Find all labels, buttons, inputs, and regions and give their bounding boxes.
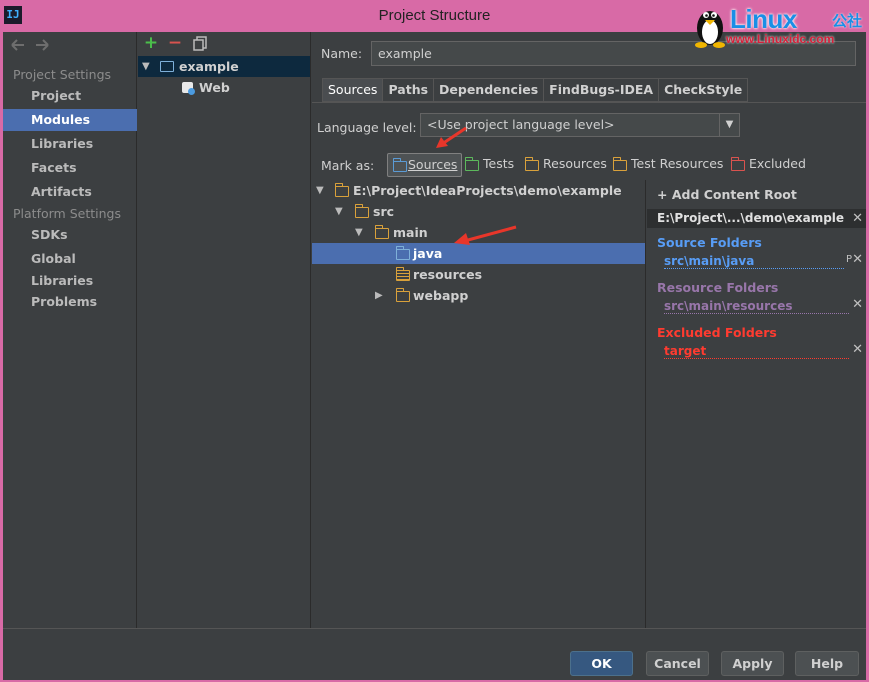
chevron-down-icon[interactable]: ▼ — [719, 114, 739, 136]
module-tabs: Sources Paths Dependencies FindBugs-IDEA… — [322, 78, 749, 102]
mark-resources-label: Resources — [543, 156, 607, 171]
close-icon[interactable]: ✕ — [852, 252, 863, 267]
web-facet-label: Web — [199, 80, 230, 95]
mark-test-resources-button[interactable]: Test Resources — [612, 153, 724, 177]
tree-row-webapp[interactable]: ▶ webapp — [312, 285, 645, 306]
excluded-folder-icon — [730, 157, 745, 171]
folder-icon — [334, 183, 349, 197]
tab-sources[interactable]: Sources — [322, 78, 384, 102]
mark-test-resources-label: Test Resources — [631, 156, 724, 171]
tab-divider — [312, 102, 866, 103]
add-module-icon[interactable]: + — [143, 35, 159, 52]
tree-label-root: E:\Project\IdeaProjects\demo\example — [353, 183, 622, 198]
mark-excluded-label: Excluded — [749, 156, 806, 171]
tux-penguin-icon — [695, 11, 725, 48]
watermark: Linux 公社 www.Linuxidc.com — [690, 2, 868, 48]
dialog-buttons: OK Cancel Apply Help — [3, 628, 866, 680]
source-folder-path[interactable]: src\main\java — [664, 254, 844, 269]
tab-findbugs[interactable]: FindBugs-IDEA — [544, 78, 660, 102]
remove-module-icon[interactable]: − — [167, 35, 183, 52]
excluded-folders-title: Excluded Folders — [657, 325, 777, 340]
apply-button[interactable]: Apply — [721, 651, 784, 676]
tree-label-src: src — [373, 204, 395, 219]
sources-folder-icon — [392, 158, 407, 172]
package-prefix-icon[interactable]: P — [846, 254, 852, 265]
mark-sources-label: Sources — [408, 157, 458, 172]
nav-item-sdks[interactable]: SDKs — [3, 224, 137, 246]
web-facet-icon — [182, 82, 195, 95]
close-icon[interactable]: ✕ — [852, 342, 863, 357]
mark-tests-button[interactable]: Tests — [464, 153, 515, 177]
tree-label-main: main — [393, 225, 428, 240]
content-roots-panel: + Add Content Root E:\Project\...\demo\e… — [647, 180, 866, 628]
watermark-brand: Linux — [730, 4, 797, 34]
source-folder-icon — [395, 246, 410, 260]
mark-sources-button[interactable]: Sources — [387, 153, 463, 177]
tab-paths[interactable]: Paths — [383, 78, 435, 102]
source-folders-title: Source Folders — [657, 235, 762, 250]
watermark-url: www.Linuxidc.com — [726, 32, 835, 46]
nav-item-project[interactable]: Project — [3, 85, 137, 107]
settings-nav: Project Settings Project Modules Librari… — [3, 32, 137, 628]
nav-item-global-libraries[interactable]: Global Libraries — [3, 248, 137, 288]
expand-triangle-icon[interactable]: ▼ — [335, 201, 343, 222]
language-level-label: Language level: — [317, 120, 417, 135]
collapse-triangle-icon[interactable]: ▶ — [375, 285, 383, 306]
tests-folder-icon — [464, 157, 479, 171]
ok-button[interactable]: OK — [570, 651, 633, 676]
watermark-cn: 公社 — [832, 12, 863, 30]
mark-as-label: Mark as: — [321, 158, 375, 173]
expand-triangle-icon[interactable]: ▼ — [316, 180, 324, 201]
mark-excluded-button[interactable]: Excluded — [730, 153, 806, 177]
tree-label-resources: resources — [413, 267, 483, 282]
tree-row-root[interactable]: ▼ E:\Project\IdeaProjects\demo\example — [312, 180, 645, 201]
nav-item-problems[interactable]: Problems — [3, 291, 137, 313]
nav-item-artifacts[interactable]: Artifacts — [3, 181, 137, 203]
test-resources-folder-icon — [612, 157, 627, 171]
resource-folder-icon — [395, 267, 410, 281]
excluded-folder-path[interactable]: target — [664, 344, 849, 359]
tab-checkstyle[interactable]: CheckStyle — [659, 78, 749, 102]
back-arrow-icon[interactable] — [10, 38, 26, 52]
content-root-header: E:\Project\...\demo\example ✕ — [647, 209, 866, 228]
copy-module-icon[interactable] — [192, 35, 208, 51]
annotation-arrow-icon — [454, 225, 517, 245]
expand-triangle-icon[interactable]: ▼ — [355, 222, 363, 243]
forward-arrow-icon[interactable] — [34, 38, 50, 52]
annotation-arrow-icon — [436, 126, 467, 148]
folder-icon — [354, 204, 369, 218]
nav-item-libraries[interactable]: Libraries — [3, 133, 137, 155]
expand-triangle-icon[interactable]: ▼ — [142, 56, 150, 77]
add-content-root-button[interactable]: + Add Content Root — [657, 187, 797, 202]
tab-dependencies[interactable]: Dependencies — [434, 78, 545, 102]
tree-row-src[interactable]: ▼ src — [312, 201, 645, 222]
nav-item-facets[interactable]: Facets — [3, 157, 137, 179]
folder-icon — [395, 288, 410, 302]
platform-settings-header: Platform Settings — [13, 206, 121, 221]
module-tree-row-example[interactable]: ▼ example — [138, 56, 310, 77]
folder-icon — [374, 225, 389, 239]
mark-tests-label: Tests — [483, 156, 515, 171]
help-button[interactable]: Help — [795, 651, 859, 676]
module-label: example — [179, 59, 239, 74]
close-icon[interactable]: ✕ — [852, 209, 863, 228]
cancel-button[interactable]: Cancel — [646, 651, 709, 676]
module-folder-icon — [160, 61, 174, 72]
resources-folder-icon — [524, 157, 539, 171]
close-icon[interactable]: ✕ — [852, 297, 863, 312]
mark-resources-button[interactable]: Resources — [524, 153, 607, 177]
module-tree-row-web[interactable]: Web — [138, 77, 310, 98]
modules-panel: + − ▼ example Web — [138, 32, 311, 628]
content-root-path: E:\Project\...\demo\example — [657, 211, 845, 225]
tree-label-java: java — [413, 246, 443, 261]
nav-item-modules[interactable]: Modules — [3, 109, 137, 131]
name-label: Name: — [321, 46, 363, 61]
tree-row-resources[interactable]: resources — [312, 264, 645, 285]
project-settings-header: Project Settings — [13, 67, 112, 82]
resource-folders-title: Resource Folders — [657, 280, 779, 295]
tree-label-webapp: webapp — [413, 288, 469, 303]
resource-folder-path[interactable]: src\main\resources — [664, 299, 849, 314]
module-settings-panel: Name: Sources Paths Dependencies FindBug… — [312, 32, 866, 628]
